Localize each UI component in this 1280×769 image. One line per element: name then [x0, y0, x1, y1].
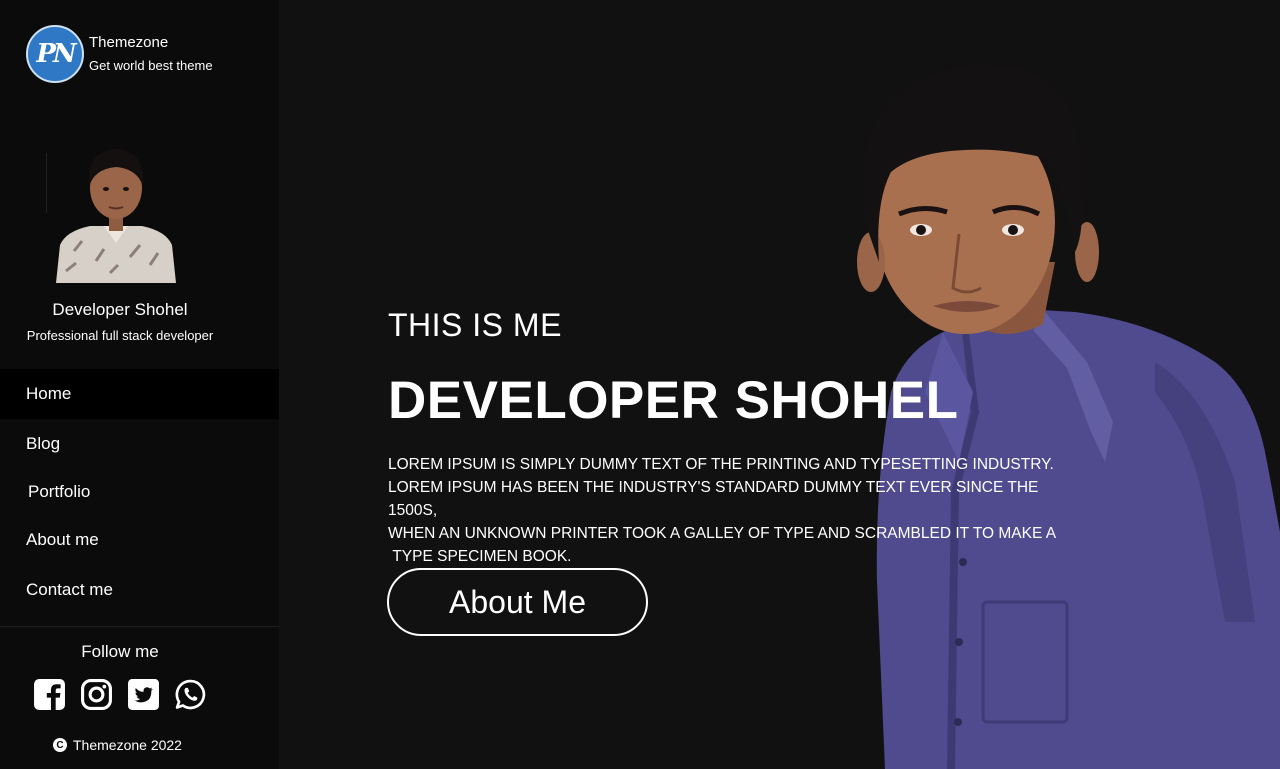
nav-item-about-me[interactable]: About me: [0, 515, 279, 565]
instagram-icon[interactable]: [80, 678, 113, 711]
whatsapp-icon[interactable]: [174, 678, 207, 711]
twitter-icon[interactable]: [127, 678, 160, 711]
hero-title: DEVELOPER SHOHEL: [388, 371, 959, 430]
hero-description-line: LOREM IPSUM HAS BEEN THE INDUSTRY'S STAN…: [388, 479, 1039, 519]
brand-name: Themezone: [89, 33, 169, 51]
copyright: C Themezone 2022: [53, 737, 182, 753]
social-links: [33, 678, 207, 711]
sidebar-divider: [0, 626, 279, 627]
follow-title: Follow me: [81, 642, 159, 661]
page: PN Themezone Get world best theme Develo…: [0, 0, 1280, 769]
hero-description-line: WHEN AN UNKNOWN PRINTER TOOK A GALLEY OF…: [388, 525, 1057, 542]
brand[interactable]: PN Themezone Get world best theme: [26, 25, 213, 83]
about-me-button[interactable]: About Me: [387, 568, 648, 636]
profile-avatar: [46, 149, 176, 283]
nav-item-portfolio[interactable]: Portfolio: [0, 469, 279, 515]
nav-item-contact-me[interactable]: Contact me: [0, 565, 279, 615]
facebook-icon[interactable]: [33, 678, 66, 711]
brand-tagline: Get world best theme: [89, 57, 213, 73]
copyright-text: Themezone 2022: [73, 737, 182, 753]
profile-role: Professional full stack developer: [26, 328, 214, 343]
nav-item-blog[interactable]: Blog: [0, 419, 279, 469]
hero-description: LOREM IPSUM IS SIMPLY DUMMY TEXT OF THE …: [388, 453, 1078, 568]
sidebar-nav: Home Blog Portfolio About me Contact me: [0, 369, 279, 615]
sidebar: PN Themezone Get world best theme Develo…: [0, 0, 279, 769]
hero-description-line: LOREM IPSUM IS SIMPLY DUMMY TEXT OF THE …: [388, 456, 1054, 473]
hero-kicker: THIS IS ME: [388, 307, 562, 343]
brand-logo: PN: [26, 25, 84, 83]
nav-item-home[interactable]: Home: [0, 369, 279, 419]
brand-text: Themezone Get world best theme: [89, 34, 213, 75]
copyright-icon: C: [53, 738, 67, 752]
hero-description-line: TYPE SPECIMEN BOOK.: [392, 548, 572, 565]
profile-name: Developer Shohel: [52, 300, 188, 319]
